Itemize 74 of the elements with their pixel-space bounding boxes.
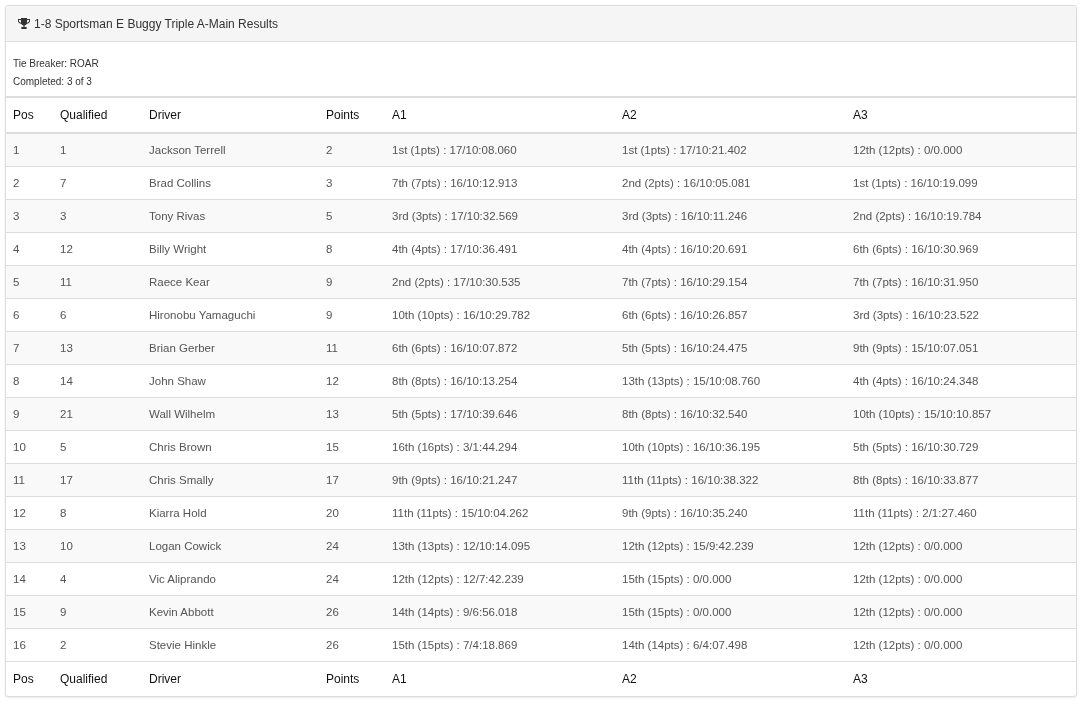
table-cell: 5 [6, 265, 53, 299]
table-cell: 13 [319, 397, 385, 431]
table-cell: 3rd (3pts) : 17/10:32.569 [385, 199, 615, 233]
panel-title: 1-8 Sportsman E Buggy Triple A-Main Results [34, 16, 279, 31]
table-cell: Raece Kear [142, 265, 319, 299]
table-cell: 9 [6, 397, 53, 431]
table-cell: 11 [319, 331, 385, 365]
trophy-icon [18, 18, 30, 29]
table-cell: 15 [6, 595, 53, 629]
table-cell: Brian Gerber [142, 331, 319, 365]
table-cell: 16 [6, 628, 53, 662]
table-cell: 15th (15pts) : 7/4:18.869 [385, 628, 615, 662]
table-cell: 10 [53, 529, 142, 563]
table-cell: 7 [6, 331, 53, 365]
table-cell: 3 [6, 199, 53, 233]
table-cell: 17 [53, 463, 142, 497]
table-cell: 26 [319, 628, 385, 662]
table-cell: 5th (5pts) : 16/10:24.475 [615, 331, 846, 365]
table-cell: 2nd (2pts) : 17/10:30.535 [385, 265, 615, 299]
table-cell: 7th (7pts) : 16/10:31.950 [846, 265, 1076, 299]
column-footer: Points [319, 661, 385, 696]
table-cell: 10th (10pts) : 15/10:10.857 [846, 397, 1076, 431]
table-cell: 13th (13pts) : 12/10:14.095 [385, 529, 615, 563]
table-cell: 2 [53, 628, 142, 662]
table-cell: 24 [319, 529, 385, 563]
column-footer: A3 [846, 661, 1076, 696]
table-cell: 6th (6pts) : 16/10:07.872 [385, 331, 615, 365]
table-cell: 9 [53, 595, 142, 629]
table-cell: 9 [319, 265, 385, 299]
table-cell: 26 [319, 595, 385, 629]
table-cell: 1st (1pts) : 17/10:08.060 [385, 133, 615, 167]
table-cell: 12th (12pts) : 0/0.000 [846, 628, 1076, 662]
table-cell: 3 [53, 199, 142, 233]
table-cell: 5th (5pts) : 17/10:39.646 [385, 397, 615, 431]
table-cell: 2 [319, 133, 385, 167]
table-cell: 3rd (3pts) : 16/10:11.246 [615, 199, 846, 233]
table-cell: 17 [319, 463, 385, 497]
table-cell: 21 [53, 397, 142, 431]
table-cell: 2nd (2pts) : 16/10:19.784 [846, 199, 1076, 233]
column-footer: Driver [142, 661, 319, 696]
table-cell: 7th (7pts) : 16/10:29.154 [615, 265, 846, 299]
table-cell: 1st (1pts) : 17/10:21.402 [615, 133, 846, 167]
info-line: Tie Breaker: ROAR [13, 57, 100, 71]
table-cell: 8th (8pts) : 16/10:33.877 [846, 463, 1076, 497]
table-cell: 15th (15pts) : 0/0.000 [615, 595, 846, 629]
table-cell: 12th (12pts) : 15/9:42.239 [615, 529, 846, 563]
table-cell: 11 [53, 265, 142, 299]
table-cell: 12th (12pts) : 0/0.000 [846, 595, 1076, 629]
table-cell: 9th (9pts) : 16/10:21.247 [385, 463, 615, 497]
column-footer: A1 [385, 661, 615, 696]
table-cell: 5 [319, 199, 385, 233]
table-cell: 8th (8pts) : 16/10:32.540 [615, 397, 846, 431]
table-cell: Kevin Abbott [142, 595, 319, 629]
table-cell: 1 [53, 133, 142, 167]
table-cell: Chris Smally [142, 463, 319, 497]
table-cell: Tony Rivas [142, 199, 319, 233]
column-footer: A2 [615, 661, 846, 696]
column-footer: Pos [6, 661, 53, 696]
table-cell: Stevie Hinkle [142, 628, 319, 662]
column-footer: Qualified [53, 661, 142, 696]
table-cell: 9th (9pts) : 15/10:07.051 [846, 331, 1076, 365]
table-cell: 12th (12pts) : 0/0.000 [846, 529, 1076, 563]
table-cell: Jackson Terrell [142, 133, 319, 167]
table-cell: 13 [6, 529, 53, 563]
table-cell: 13 [53, 331, 142, 365]
table-cell: 11th (11pts) : 16/10:38.322 [615, 463, 846, 497]
info-line: Completed: 3 of 3 [13, 75, 93, 89]
table-cell: Wall Wilhelm [142, 397, 319, 431]
table-cell: 12th (12pts) : 0/0.000 [846, 133, 1076, 167]
table-cell: 14th (14pts) : 6/4:07.498 [615, 628, 846, 662]
table-cell: 1 [6, 133, 53, 167]
table-cell: Logan Cowick [142, 529, 319, 563]
table-cell: 14th (14pts) : 9/6:56.018 [385, 595, 615, 629]
table-cell: 11 [6, 463, 53, 497]
